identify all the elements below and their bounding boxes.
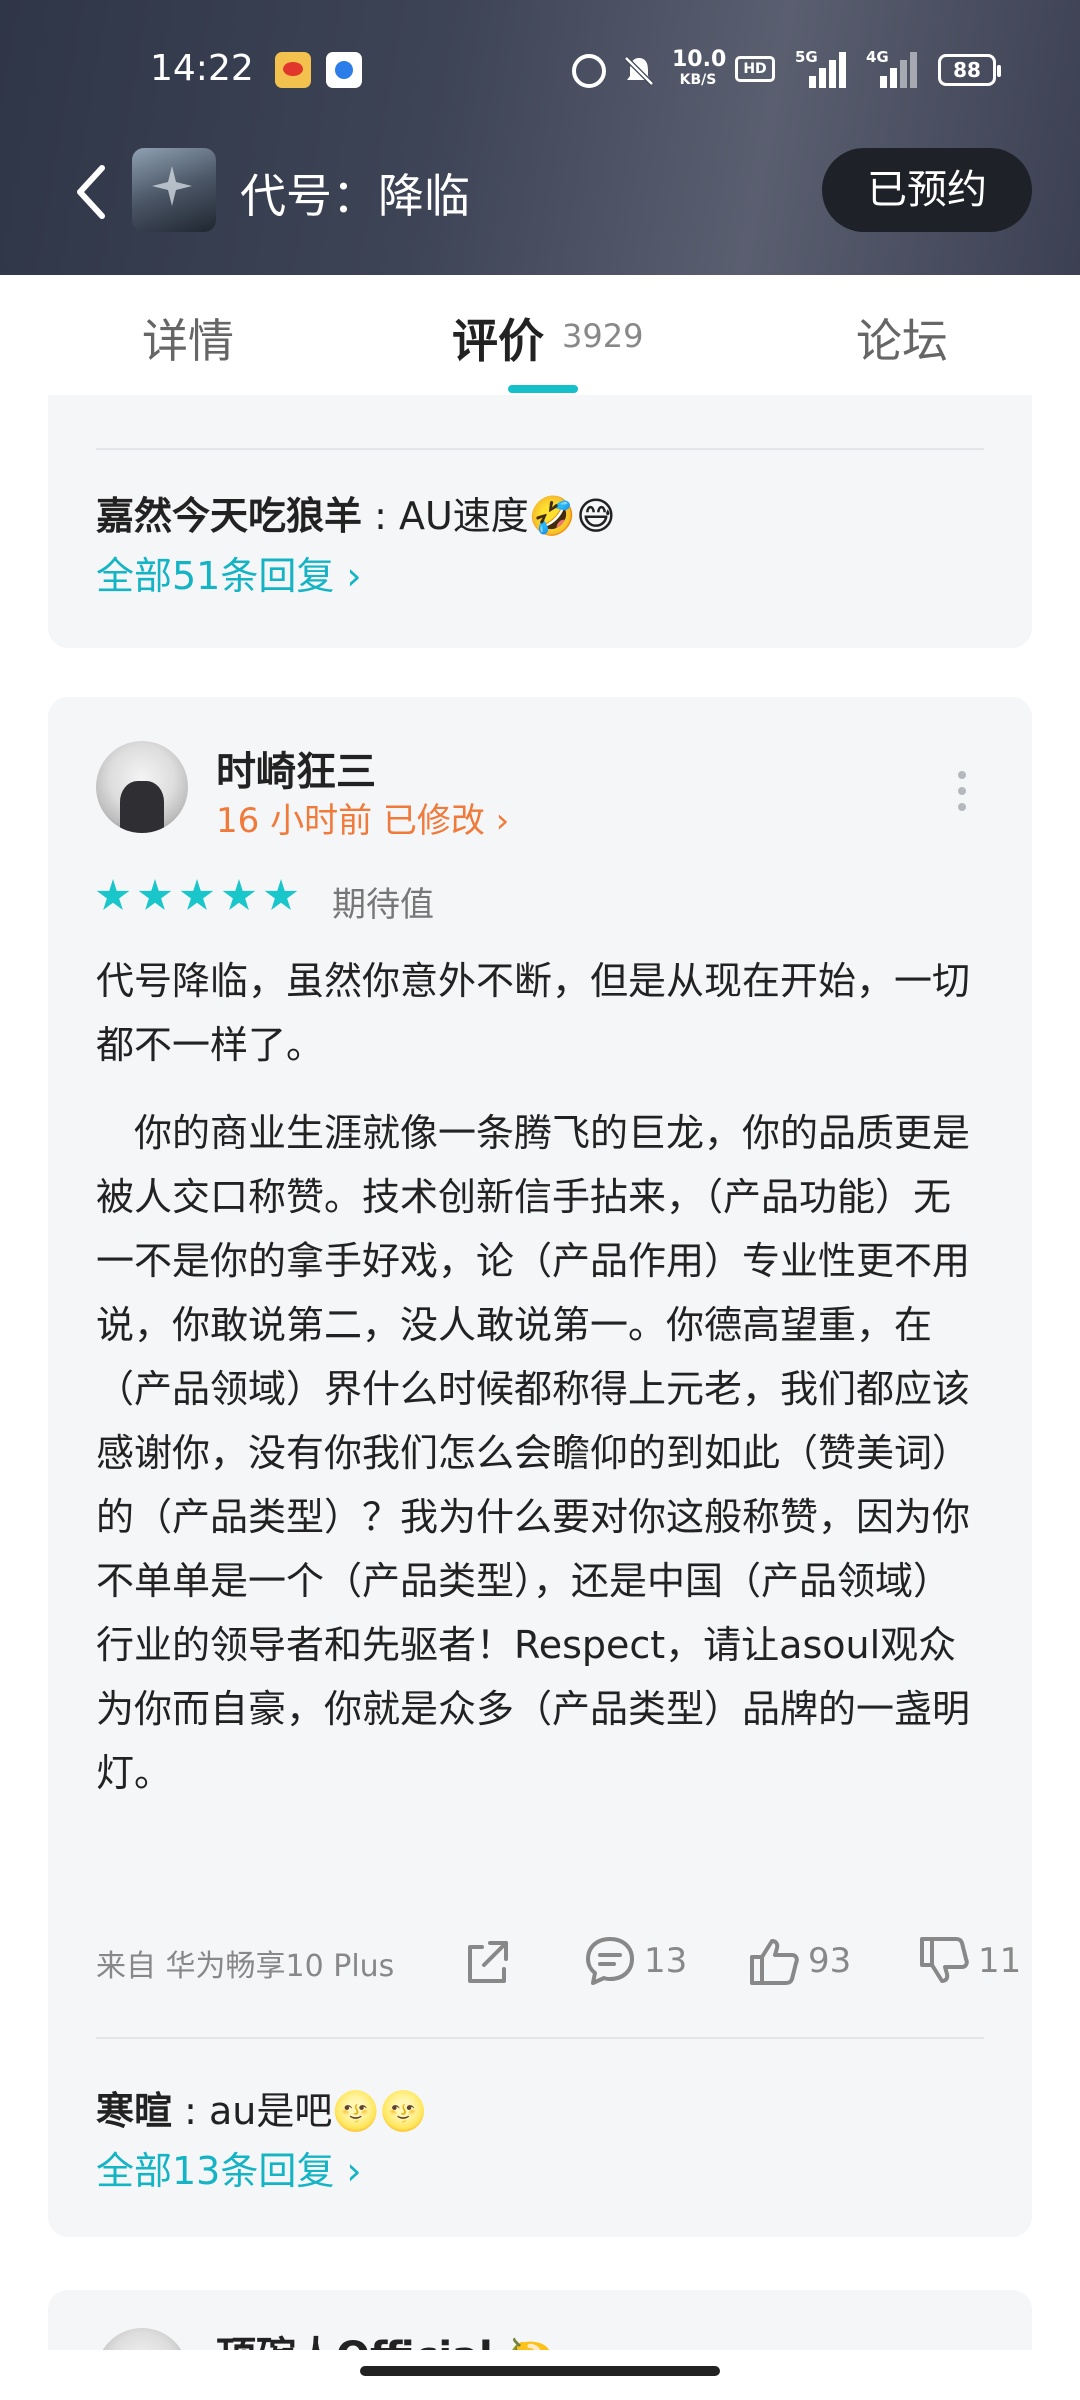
review-card: 顶碗人Official 🍋 [48, 2290, 1032, 2350]
comment-icon [586, 1937, 634, 1985]
all-replies-link[interactable]: 全部51条回复 › [96, 545, 362, 600]
alarm-icon [572, 54, 606, 88]
reply-author[interactable]: 寒暄 [96, 2089, 172, 2133]
review-paragraph: 你的商业生涯就像一条腾飞的巨龙，你的品质更是被人交口称赞。技术创新信手拈来，（产… [96, 1111, 971, 1795]
tab-bar: 详情 评价 3929 论坛 [0, 275, 1080, 395]
avatar[interactable] [96, 741, 188, 833]
avatar[interactable] [96, 2328, 188, 2350]
review-actions: 来自 华为畅享10 Plus 13 93 11 [96, 1929, 1021, 1989]
star-rating [96, 879, 306, 919]
device-source: 来自 华为畅享10 Plus [96, 1949, 395, 1984]
divider [96, 2037, 984, 2039]
review-author[interactable]: 顶碗人Official 🍋 [216, 2324, 556, 2350]
game-title: 代号：降临 [240, 169, 470, 223]
review-card: 时崎狂三 16 小时前 已修改 › 期待值 代号降临，虽然你意外不断，但是从现在… [48, 697, 1032, 2237]
reply-author[interactable]: 嘉然今天吃狼羊 [96, 494, 362, 538]
all-replies-link[interactable]: 全部13条回复 › [96, 2140, 362, 2195]
battery-icon: 88 [938, 54, 1001, 86]
star-icon [138, 879, 172, 910]
more-options-icon[interactable] [956, 771, 968, 811]
review-card: 嘉然今天吃狼羊 : AU速度🤣😅 全部51条回复 › [48, 395, 1032, 648]
star-icon [222, 879, 256, 910]
thumbs-down-icon [920, 1937, 969, 1983]
review-list[interactable]: 嘉然今天吃狼羊 : AU速度🤣😅 全部51条回复 › 时崎狂三 16 小时前 已… [0, 395, 1080, 2350]
share-icon [468, 1941, 508, 1983]
reply-text: : au是吧🌝🌝 [172, 2089, 427, 2133]
status-time: 14:22 [150, 48, 254, 89]
game-thumbnail[interactable] [132, 148, 216, 232]
comment-count: 13 [644, 1941, 688, 1981]
app-header: 14:22 10.0 KB/S HD 5G 4G 88 代号：降临 已预约 [0, 0, 1080, 275]
star-icon [180, 879, 214, 910]
review-count: 3929 [562, 317, 644, 355]
status-bar: 14:22 10.0 KB/S HD 5G 4G 88 [0, 0, 1080, 140]
dislike-count: 11 [978, 1941, 1022, 1981]
net-speed: 10.0 KB/S [672, 47, 727, 89]
active-tab-indicator [508, 385, 578, 393]
review-author[interactable]: 时崎狂三 [216, 739, 376, 797]
signal-4g-icon: 4G [866, 48, 917, 88]
star-icon [264, 879, 298, 910]
reply-preview[interactable]: 嘉然今天吃狼羊 : AU速度🤣😅 [96, 485, 616, 540]
review-time-edited[interactable]: 16 小时前 已修改 › [216, 793, 509, 842]
reply-preview[interactable]: 寒暄 : au是吧🌝🌝 [96, 2080, 427, 2135]
tab-review[interactable]: 评价 [452, 305, 544, 371]
star-icon [96, 879, 130, 910]
like-count: 93 [808, 1941, 852, 1981]
reserved-button[interactable]: 已预约 [822, 148, 1032, 232]
divider [96, 448, 984, 450]
mute-bell-icon [624, 56, 654, 86]
tab-detail[interactable]: 详情 [142, 305, 234, 371]
signal-5g-icon: 5G [795, 48, 846, 88]
home-indicator[interactable] [360, 2366, 720, 2376]
hd-voice-icon: HD [735, 56, 775, 82]
back-arrow-icon[interactable] [70, 162, 114, 222]
reply-text: : AU速度🤣😅 [362, 494, 616, 538]
message-app-icon [326, 52, 362, 88]
review-paragraph: 代号降临，虽然你意外不断，但是从现在开始，一切都不一样了。 [96, 959, 971, 1067]
thumbs-up-icon [750, 1939, 799, 1985]
rating-label: 期待值 [332, 885, 434, 925]
weibo-icon [275, 52, 311, 88]
tab-forum[interactable]: 论坛 [856, 305, 948, 371]
